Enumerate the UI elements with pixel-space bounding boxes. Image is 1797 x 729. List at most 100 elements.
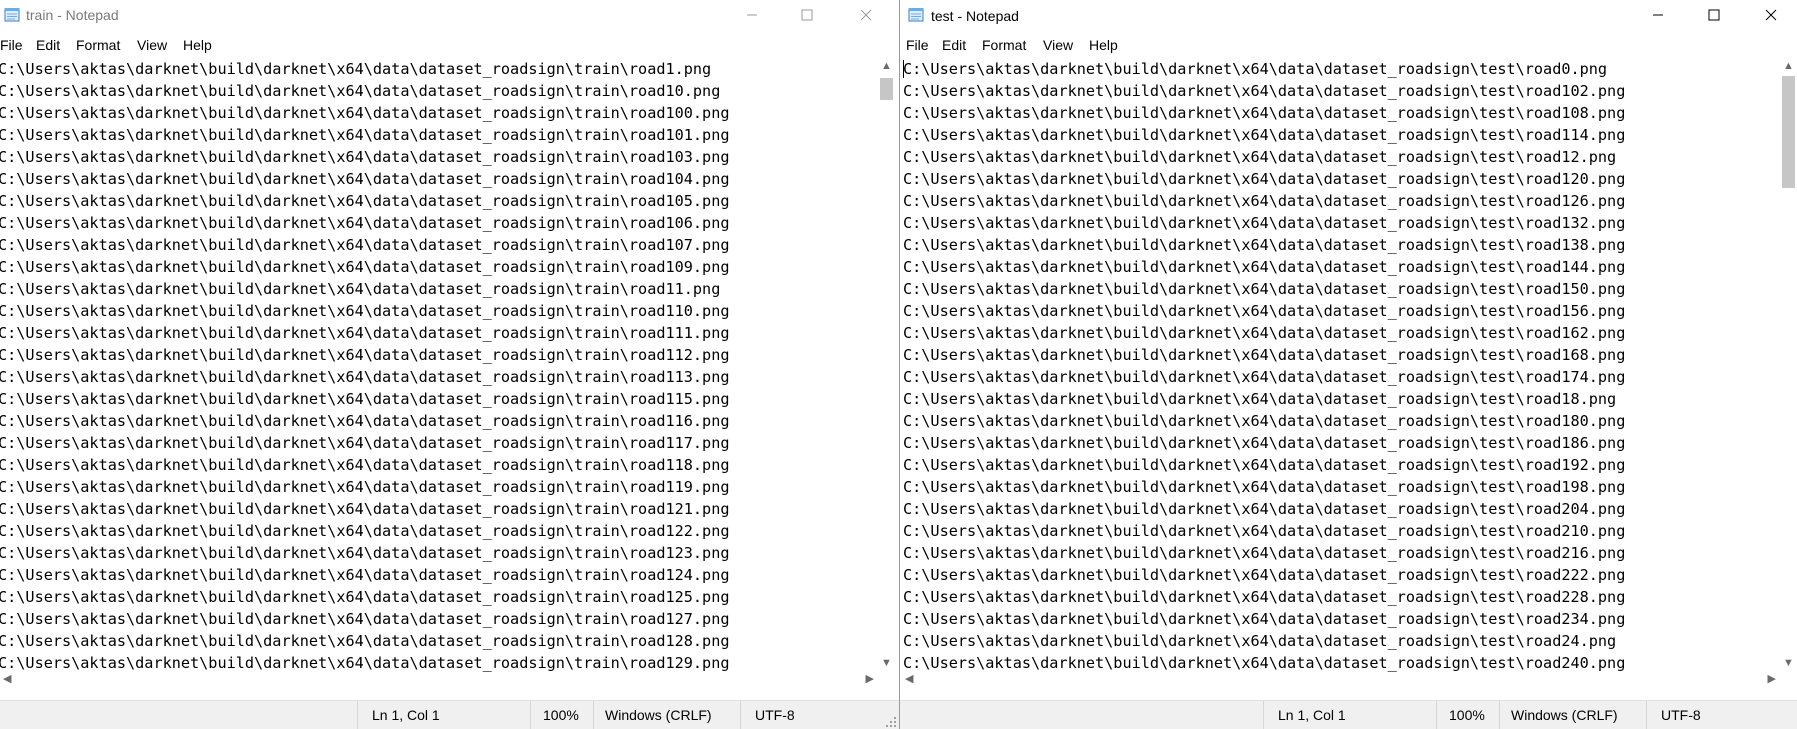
- status-divider: [1499, 701, 1500, 729]
- window-title: train - Notepad: [26, 7, 119, 23]
- notepad-icon: [4, 8, 20, 22]
- text-line: C:\Users\aktas\darknet\build\darknet\x64…: [0, 104, 730, 122]
- status-bar: Ln 1, Col 1 100% Windows (CRLF) UTF-8: [900, 700, 1797, 729]
- maximize-button[interactable]: [784, 0, 830, 30]
- text-line: C:\Users\aktas\darknet\build\darknet\x64…: [0, 324, 730, 342]
- scroll-thumb[interactable]: [1782, 76, 1795, 188]
- text-line: C:\Users\aktas\darknet\build\darknet\x64…: [903, 412, 1626, 430]
- text-line: C:\Users\aktas\darknet\build\darknet\x64…: [0, 566, 730, 584]
- chevron-up-icon[interactable]: ▲: [1783, 61, 1794, 72]
- chevron-down-icon[interactable]: ▼: [881, 658, 892, 669]
- text-line: C:\Users\aktas\darknet\build\darknet\x64…: [0, 412, 730, 430]
- text-line: C:\Users\aktas\darknet\build\darknet\x64…: [0, 192, 730, 210]
- line-ending: Windows (CRLF): [605, 707, 712, 723]
- text-line: C:\Users\aktas\darknet\build\darknet\x64…: [903, 390, 1617, 408]
- menu-bar: File Edit Format View Help: [900, 34, 1797, 56]
- menu-format[interactable]: Format: [76, 37, 120, 53]
- notepad-window-train[interactable]: train - Notepad File Edit Format View He…: [0, 0, 899, 729]
- text-line: C:\Users\aktas\darknet\build\darknet\x64…: [903, 170, 1626, 188]
- text-line: C:\Users\aktas\darknet\build\darknet\x64…: [903, 148, 1617, 166]
- vertical-scrollbar[interactable]: ▲ ▼: [1780, 58, 1797, 672]
- text-line: C:\Users\aktas\darknet\build\darknet\x64…: [903, 632, 1617, 650]
- chevron-left-icon[interactable]: ◀: [3, 674, 11, 685]
- resize-grip-icon[interactable]: [885, 716, 897, 728]
- notepad-icon: [908, 8, 924, 22]
- text-line: C:\Users\aktas\darknet\build\darknet\x64…: [0, 434, 730, 452]
- text-editor-area[interactable]: C:\Users\aktas\darknet\build\darknet\x64…: [901, 58, 1778, 672]
- text-line: C:\Users\aktas\darknet\build\darknet\x64…: [0, 236, 730, 254]
- text-line: C:\Users\aktas\darknet\build\darknet\x64…: [903, 236, 1626, 254]
- text-line: C:\Users\aktas\darknet\build\darknet\x64…: [903, 324, 1626, 342]
- text-line: C:\Users\aktas\darknet\build\darknet\x64…: [903, 368, 1626, 386]
- vertical-scrollbar[interactable]: ▲ ▼: [878, 58, 895, 672]
- horizontal-scrollbar[interactable]: ◀ ▶: [900, 672, 1780, 688]
- close-button[interactable]: [1748, 0, 1794, 30]
- menu-view[interactable]: View: [137, 37, 167, 53]
- menu-edit[interactable]: Edit: [36, 37, 60, 53]
- text-line: C:\Users\aktas\darknet\build\darknet\x64…: [903, 456, 1626, 474]
- minimize-icon: [747, 14, 757, 16]
- menu-view[interactable]: View: [1043, 37, 1073, 53]
- text-line: C:\Users\aktas\darknet\build\darknet\x64…: [903, 566, 1626, 584]
- text-line: C:\Users\aktas\darknet\build\darknet\x64…: [0, 170, 730, 188]
- text-line: C:\Users\aktas\darknet\build\darknet\x64…: [0, 522, 730, 540]
- text-line: C:\Users\aktas\darknet\build\darknet\x64…: [0, 654, 730, 672]
- text-caret: [903, 60, 904, 78]
- text-line: C:\Users\aktas\darknet\build\darknet\x64…: [903, 82, 1626, 100]
- text-line: C:\Users\aktas\darknet\build\darknet\x64…: [903, 126, 1626, 144]
- menu-help[interactable]: Help: [1089, 37, 1118, 53]
- minimize-button[interactable]: [1635, 0, 1681, 30]
- text-line: C:\Users\aktas\darknet\build\darknet\x64…: [0, 258, 730, 276]
- text-line: C:\Users\aktas\darknet\build\darknet\x64…: [0, 82, 721, 100]
- text-line: C:\Users\aktas\darknet\build\darknet\x64…: [903, 192, 1626, 210]
- text-line: C:\Users\aktas\darknet\build\darknet\x64…: [903, 478, 1626, 496]
- text-line: C:\Users\aktas\darknet\build\darknet\x64…: [0, 456, 730, 474]
- text-line: C:\Users\aktas\darknet\build\darknet\x64…: [903, 610, 1626, 628]
- close-button[interactable]: [843, 0, 889, 30]
- close-icon: [860, 9, 872, 21]
- menu-edit[interactable]: Edit: [942, 37, 966, 53]
- text-line: C:\Users\aktas\darknet\build\darknet\x64…: [0, 610, 730, 628]
- text-line: C:\Users\aktas\darknet\build\darknet\x64…: [903, 258, 1626, 276]
- menu-format[interactable]: Format: [982, 37, 1026, 53]
- zoom-level: 100%: [1449, 707, 1485, 723]
- status-divider: [530, 701, 531, 729]
- chevron-down-icon[interactable]: ▼: [1783, 658, 1794, 669]
- text-line: C:\Users\aktas\darknet\build\darknet\x64…: [0, 214, 730, 232]
- text-line: C:\Users\aktas\darknet\build\darknet\x64…: [903, 500, 1626, 518]
- chevron-right-icon[interactable]: ▶: [1768, 674, 1776, 685]
- text-line: C:\Users\aktas\darknet\build\darknet\x64…: [0, 346, 730, 364]
- menu-file[interactable]: File: [906, 37, 929, 53]
- menu-file[interactable]: File: [0, 37, 23, 53]
- minimize-icon: [1653, 14, 1663, 16]
- notepad-window-test[interactable]: test - Notepad File Edit Format View Hel…: [900, 0, 1797, 729]
- chevron-up-icon[interactable]: ▲: [881, 61, 892, 72]
- text-line: C:\Users\aktas\darknet\build\darknet\x64…: [0, 390, 730, 408]
- text-line: C:\Users\aktas\darknet\build\darknet\x64…: [0, 500, 730, 518]
- maximize-button[interactable]: [1691, 0, 1737, 30]
- text-line: C:\Users\aktas\darknet\build\darknet\x64…: [903, 544, 1626, 562]
- text-line: C:\Users\aktas\darknet\build\darknet\x64…: [903, 346, 1626, 364]
- encoding: UTF-8: [755, 707, 795, 723]
- title-bar[interactable]: train - Notepad: [0, 0, 899, 31]
- text-line: C:\Users\aktas\darknet\build\darknet\x64…: [903, 214, 1626, 232]
- chevron-right-icon[interactable]: ▶: [866, 674, 874, 685]
- cursor-position: Ln 1, Col 1: [372, 707, 440, 723]
- text-line: C:\Users\aktas\darknet\build\darknet\x64…: [903, 302, 1626, 320]
- zoom-level: 100%: [543, 707, 579, 723]
- scroll-thumb[interactable]: [880, 78, 893, 100]
- text-line: C:\Users\aktas\darknet\build\darknet\x64…: [0, 148, 730, 166]
- menu-help[interactable]: Help: [183, 37, 212, 53]
- text-line: C:\Users\aktas\darknet\build\darknet\x64…: [903, 522, 1626, 540]
- cursor-position: Ln 1, Col 1: [1278, 707, 1346, 723]
- text-line: C:\Users\aktas\darknet\build\darknet\x64…: [903, 654, 1626, 672]
- status-divider: [1646, 701, 1647, 729]
- minimize-button[interactable]: [729, 0, 775, 30]
- text-editor-area[interactable]: C:\Users\aktas\darknet\build\darknet\x64…: [0, 58, 878, 672]
- title-bar[interactable]: test - Notepad: [900, 0, 1797, 31]
- maximize-icon: [1708, 9, 1720, 21]
- chevron-left-icon[interactable]: ◀: [905, 674, 913, 685]
- text-line: C:\Users\aktas\darknet\build\darknet\x64…: [0, 280, 721, 298]
- text-line: C:\Users\aktas\darknet\build\darknet\x64…: [0, 478, 730, 496]
- horizontal-scrollbar[interactable]: ◀ ▶: [0, 672, 878, 688]
